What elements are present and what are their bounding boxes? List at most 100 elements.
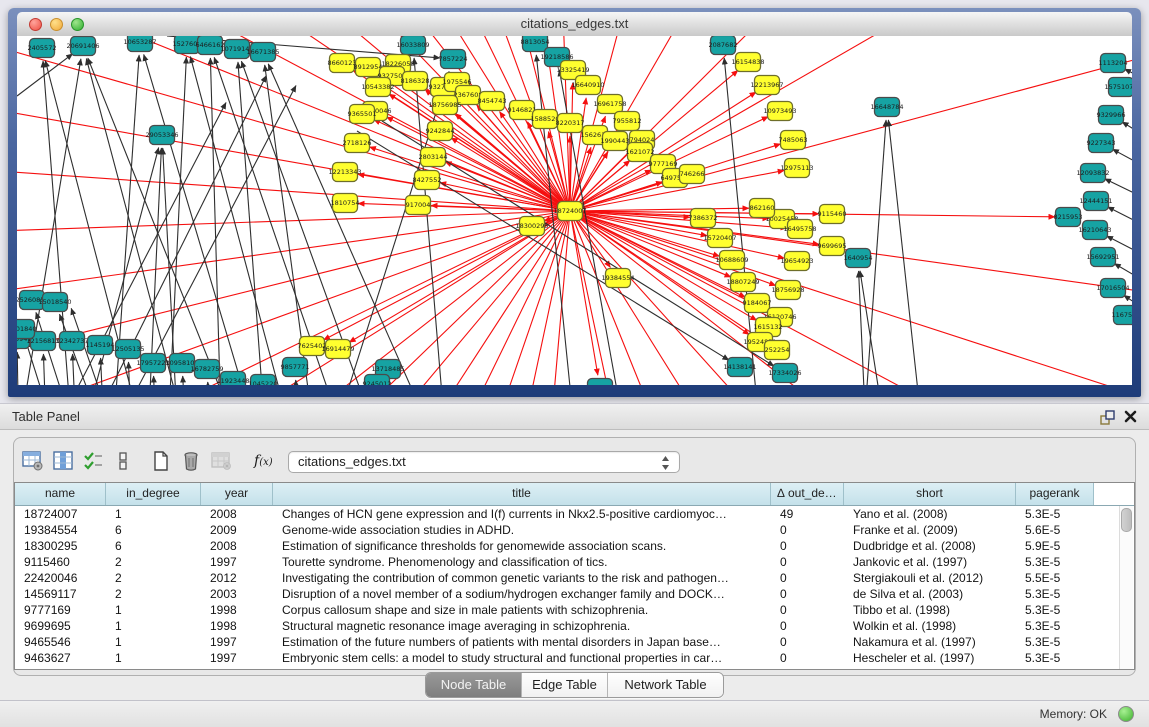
delete-table-icon[interactable] xyxy=(178,448,204,474)
table-cell: Stergiakouli et al. (2012) xyxy=(844,570,1016,586)
table-cell: Genome-wide association studies in ADHD. xyxy=(273,522,771,538)
network-edge[interactable] xyxy=(570,211,1132,385)
show-column-icon[interactable] xyxy=(50,448,76,474)
network-table-selector[interactable]: citations_edges.txt xyxy=(288,451,680,473)
table-row[interactable]: 946362711997Embryonic stem cells: a mode… xyxy=(15,650,1134,666)
network-node-label: 9329966 xyxy=(1097,111,1126,119)
network-node-label: 8427552 xyxy=(413,176,442,184)
column-header-name[interactable]: name xyxy=(15,483,106,505)
network-node-label: 12975113 xyxy=(780,164,813,172)
network-edge[interactable] xyxy=(208,382,212,385)
network-edge[interactable] xyxy=(17,352,19,385)
network-node-label: 19384554 xyxy=(601,274,634,282)
column-header-out_de[interactable]: ∆ out_de… xyxy=(771,483,844,505)
network-edge[interactable] xyxy=(570,211,1132,385)
table-row[interactable]: 1456911722003Disruption of a novel membe… xyxy=(15,586,1134,602)
scrollbar-thumb[interactable] xyxy=(1121,508,1132,532)
table-cell: 49 xyxy=(771,506,844,522)
table-row[interactable]: 1872400712008Changes of HCN gene express… xyxy=(15,506,1134,522)
new-table-icon[interactable] xyxy=(148,448,174,474)
table-cell: 2009 xyxy=(201,522,273,538)
network-edge[interactable] xyxy=(327,71,449,385)
network-node-label: 2718126 xyxy=(343,139,372,147)
table-cell: Wolkin et al. (1998) xyxy=(844,618,1016,634)
network-node-label: 13718485 xyxy=(371,365,404,373)
network-edge[interactable] xyxy=(570,211,1132,385)
column-header-short[interactable]: short xyxy=(844,483,1016,505)
table-row[interactable]: 1830029562008Estimation of significance … xyxy=(15,538,1134,554)
network-edge[interactable] xyxy=(570,211,1132,385)
network-edge[interactable] xyxy=(570,211,1132,385)
table-row[interactable]: 2242004622012Investigating the contribut… xyxy=(15,570,1134,586)
table-panel-title: Table Panel xyxy=(12,409,80,424)
network-edge[interactable] xyxy=(154,376,157,385)
column-header-pagerank[interactable]: pagerank xyxy=(1016,483,1094,505)
table-row[interactable]: 911546021997Tourette syndrome. Phenomeno… xyxy=(15,554,1134,570)
network-edge[interactable] xyxy=(112,55,139,385)
network-node-label: 17016504 xyxy=(1096,284,1129,292)
table-cell: 9463627 xyxy=(15,650,106,666)
import-table-icon[interactable] xyxy=(208,448,234,474)
network-node-label: 29053346 xyxy=(145,131,178,139)
network-edge[interactable] xyxy=(1122,122,1132,156)
tab-network-table[interactable]: Network Table xyxy=(607,673,723,697)
column-header-title[interactable]: title xyxy=(273,483,771,505)
tab-edge-table[interactable]: Edge Table xyxy=(521,673,607,697)
table-cell: 1 xyxy=(106,602,201,618)
network-node-label: 18807249 xyxy=(726,278,759,286)
network-node-label: 9242844 xyxy=(426,127,455,135)
network-edge[interactable] xyxy=(374,119,570,211)
table-cell: Corpus callosum shape and size in male p… xyxy=(273,602,771,618)
network-edge[interactable] xyxy=(144,54,257,385)
table-cell: Disruption of a novel member of a sodium… xyxy=(273,586,771,602)
network-edge[interactable] xyxy=(570,208,749,211)
row-height-icon[interactable] xyxy=(110,448,136,474)
table-cell: Franke et al. (2009) xyxy=(844,522,1016,538)
network-node-label: 16495758 xyxy=(783,225,816,233)
select-columns-icon[interactable] xyxy=(80,448,106,474)
column-header-in_degree[interactable]: in_degree xyxy=(106,483,201,505)
table-cell: 1 xyxy=(106,618,201,634)
memory-status-icon[interactable] xyxy=(1118,706,1134,722)
function-builder-icon[interactable]: f(x) xyxy=(254,453,273,469)
column-header-year[interactable]: year xyxy=(201,483,273,505)
network-node-label: 9184067 xyxy=(743,299,772,307)
network-edge[interactable] xyxy=(128,362,132,385)
network-edge[interactable] xyxy=(570,211,1132,385)
float-panel-icon[interactable] xyxy=(1099,409,1116,426)
network-node-label: 16033809 xyxy=(396,41,429,49)
network-edge[interactable] xyxy=(167,57,186,385)
table-cell: 18724007 xyxy=(15,506,106,522)
network-canvas[interactable]: 2405572206914061065328715276026466162107… xyxy=(17,36,1132,385)
vertical-scrollbar[interactable] xyxy=(1119,506,1133,669)
network-edge[interactable] xyxy=(17,211,570,263)
table-cell: Structural magnetic resonance image aver… xyxy=(273,618,771,634)
network-edge[interactable] xyxy=(210,58,222,385)
tab-node-table[interactable]: Node Table xyxy=(426,673,521,697)
table-row[interactable]: 977716911998Corpus callosum shape and si… xyxy=(15,602,1134,618)
network-edge[interactable] xyxy=(570,211,1132,385)
table-row[interactable]: 1938455462009Genome-wide association stu… xyxy=(15,522,1134,538)
network-node-label: 12342737 xyxy=(55,337,88,345)
network-node-label: 746266 xyxy=(680,170,705,178)
network-node-label: 8912954 xyxy=(354,63,383,71)
table-cell: Estimation of the future numbers of pati… xyxy=(273,634,771,650)
table-cell: 6 xyxy=(106,522,201,538)
network-edge[interactable] xyxy=(238,62,267,385)
network-edge[interactable] xyxy=(183,376,187,385)
table-cell: 1997 xyxy=(201,554,273,570)
network-edge[interactable] xyxy=(1112,149,1132,184)
network-window-titlebar[interactable]: citations_edges.txt xyxy=(17,12,1132,37)
network-edge[interactable] xyxy=(1108,207,1132,242)
table-row[interactable]: 969969511998Structural magnetic resonanc… xyxy=(15,618,1134,634)
network-edge[interactable] xyxy=(888,120,925,385)
table-settings-icon[interactable] xyxy=(20,448,46,474)
table-row[interactable]: 946554611997Estimation of the future num… xyxy=(15,634,1134,650)
network-node-label: 9227343 xyxy=(1087,139,1116,147)
network-edge[interactable] xyxy=(43,354,47,385)
network-edge[interactable] xyxy=(570,211,598,375)
table-cell: 22420046 xyxy=(15,570,106,586)
table-cell: 0 xyxy=(771,538,844,554)
table-cell: 5.9E-5 xyxy=(1016,538,1094,554)
close-panel-icon[interactable] xyxy=(1123,409,1138,424)
